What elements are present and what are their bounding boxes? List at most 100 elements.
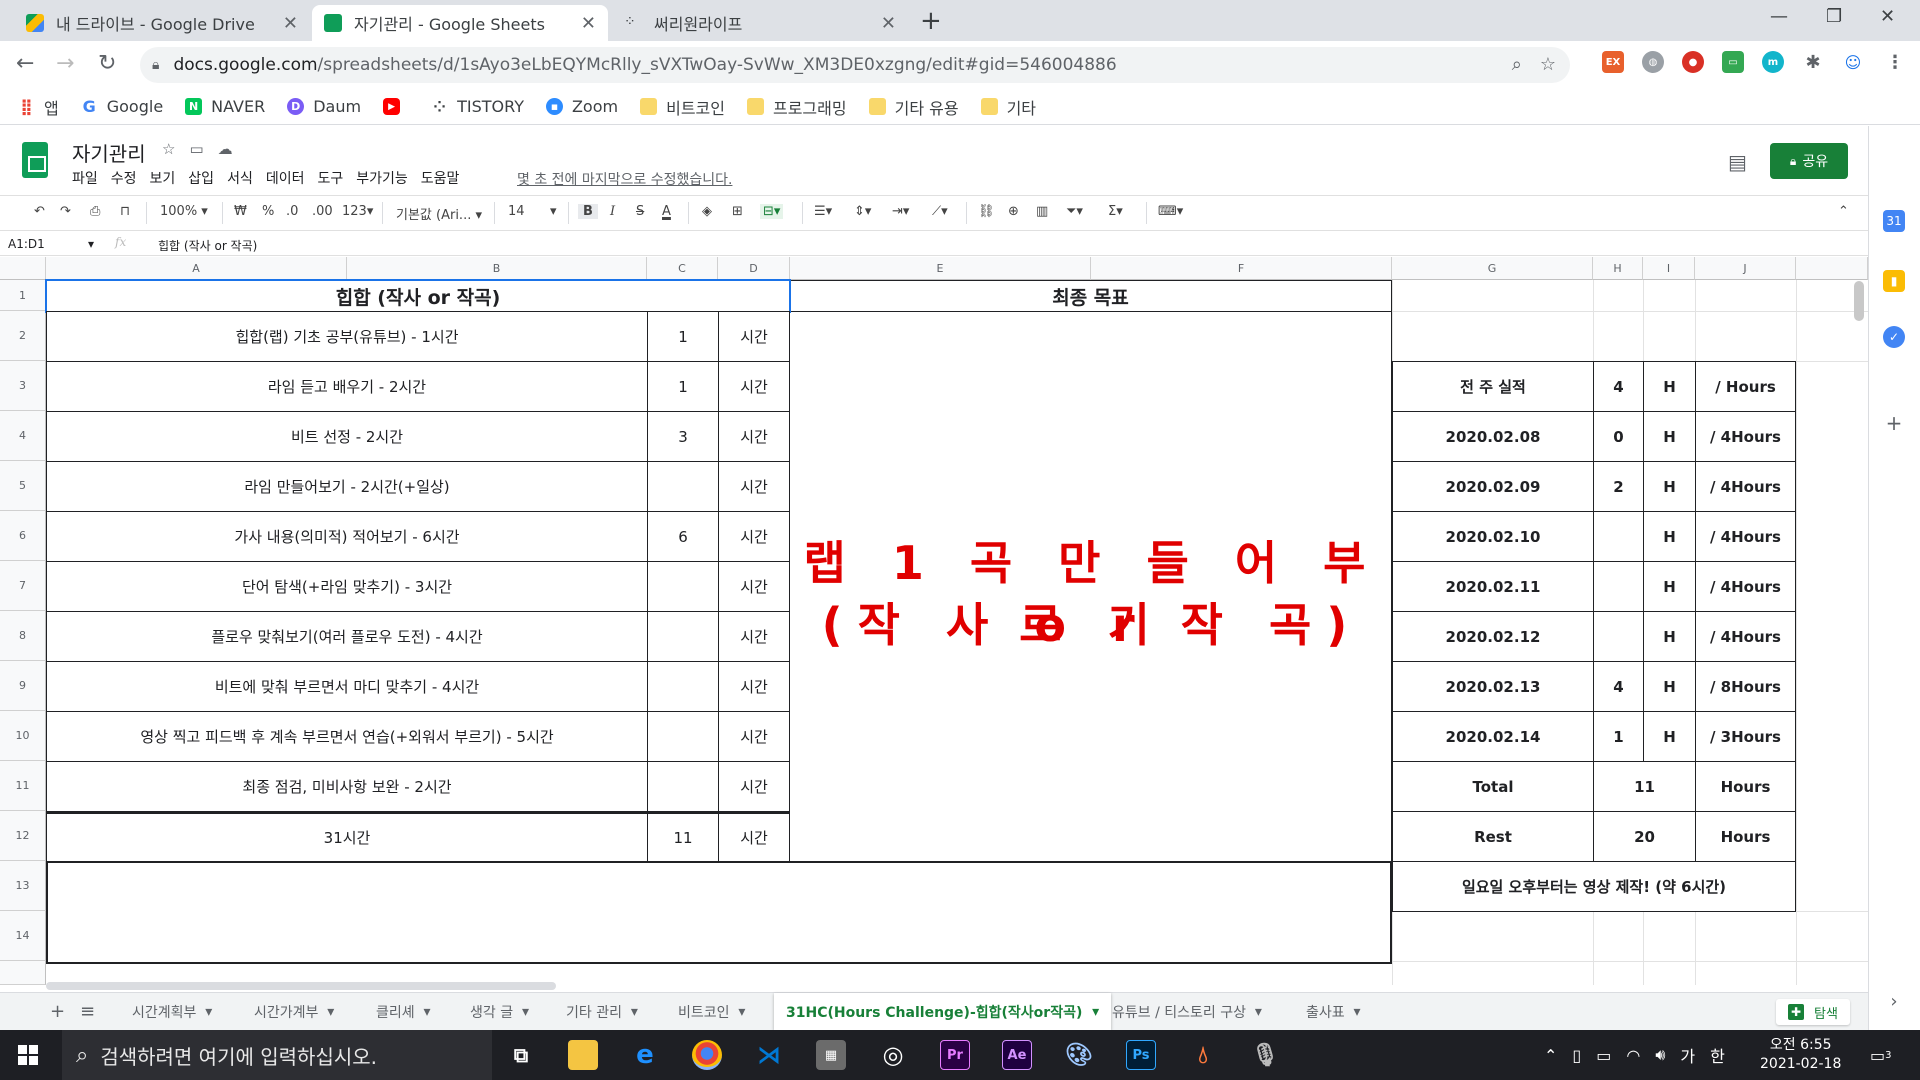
log-label-cell[interactable]: 2020.02.11	[1392, 561, 1594, 612]
log-note-cell[interactable]: 일요일 오후부터는 영상 제작! (약 6시간)	[1392, 861, 1796, 912]
filter-icon[interactable]: ⏷▾	[1066, 204, 1083, 219]
log-target-cell[interactable]: / 4Hours	[1695, 511, 1796, 562]
clock[interactable]: 오전 6:55 2021-02-18	[1760, 1036, 1841, 1074]
star-icon[interactable]: ☆	[162, 140, 175, 158]
log-label-cell[interactable]: 전 주 실적	[1392, 361, 1594, 412]
plan-done-cell[interactable]	[647, 711, 719, 762]
column-header[interactable]: F	[1091, 257, 1392, 280]
log-target-cell[interactable]: / 4Hours	[1695, 611, 1796, 662]
column-header[interactable]: C	[647, 257, 718, 280]
task-view-icon[interactable]: ⧉	[506, 1040, 536, 1070]
log-value-cell[interactable]: 4	[1593, 361, 1644, 412]
extension-green-icon[interactable]: ▭	[1722, 51, 1744, 73]
chrome-menu-icon[interactable]: ⋮	[1884, 51, 1906, 73]
new-tab-button[interactable]: +	[920, 6, 942, 36]
log-unit-cell[interactable]: H	[1643, 711, 1696, 762]
strikethrough-icon[interactable]: S	[636, 204, 644, 219]
plan-task-cell[interactable]: 비트 선정 - 2시간	[46, 411, 648, 462]
plan-total-unit-cell[interactable]: 시간	[718, 811, 790, 862]
goal-header-cell[interactable]: 최종 목표	[789, 280, 1392, 312]
vscode-icon[interactable]: ⋊	[754, 1040, 784, 1070]
plan-unit-cell[interactable]: 시간	[718, 661, 790, 712]
formula-input[interactable]: 힙합 (작사 or 작곡)	[158, 237, 257, 254]
plan-unit-cell[interactable]: 시간	[718, 561, 790, 612]
column-header[interactable]: I	[1643, 257, 1695, 280]
insert-link-icon[interactable]: ⛓	[978, 204, 995, 219]
notifications-icon[interactable]: ▭ 3	[1870, 1030, 1892, 1080]
bookmark-youtube[interactable]: ▶	[383, 98, 409, 115]
reload-button[interactable]: ↻	[98, 51, 116, 76]
keep-icon[interactable]: ▮	[1883, 270, 1905, 292]
input-tools-icon[interactable]: ⌨▾	[1158, 204, 1183, 219]
log-unit-cell[interactable]: H	[1643, 461, 1696, 512]
plan-unit-cell[interactable]: 시간	[718, 711, 790, 762]
sheet-tab-active[interactable]: 31HC(Hours Challenge)-힙합(작사or작곡) ▾	[774, 993, 1112, 1030]
decrease-decimal-button[interactable]: .0	[286, 204, 298, 219]
log-value-cell[interactable]: 4	[1593, 661, 1644, 712]
borders-icon[interactable]: ⊞	[732, 204, 743, 219]
font-select[interactable]: 기본값 (Ari... ▾	[396, 204, 482, 223]
extension-globe-icon[interactable]: ◍	[1642, 51, 1664, 73]
collapse-toolbar-icon[interactable]: ⌃	[1838, 204, 1849, 219]
increase-decimal-button[interactable]: .00	[312, 204, 333, 219]
close-window-button[interactable]: ✕	[1880, 6, 1895, 27]
plan-unit-cell[interactable]: 시간	[718, 611, 790, 662]
log-label-cell[interactable]: 2020.02.13	[1392, 661, 1594, 712]
log-unit-cell[interactable]: H	[1643, 411, 1696, 462]
log-total-value[interactable]: 11	[1593, 761, 1696, 812]
bookmark-zoom[interactable]: ▪ Zoom	[545, 97, 618, 116]
sheet-tab[interactable]: 유튜브 / 티스토리 구상 ▾	[1112, 993, 1262, 1030]
bookmark-tistory[interactable]: ⁘ TISTORY	[431, 97, 524, 116]
bookmark-daum[interactable]: D Daum	[287, 97, 361, 116]
explore-button[interactable]: ✚ 탐색	[1776, 999, 1850, 1025]
windows-start-icon[interactable]	[18, 1045, 38, 1065]
menu-view[interactable]: 보기	[150, 168, 176, 188]
row-header[interactable]: 11	[0, 761, 46, 811]
redo-icon[interactable]: ↷	[60, 204, 71, 219]
sheet-tab[interactable]: 생각 글 ▾	[470, 993, 529, 1030]
percent-format-button[interactable]: %	[262, 204, 274, 219]
functions-icon[interactable]: Σ▾	[1108, 204, 1123, 219]
extension-m-icon[interactable]: m	[1762, 51, 1784, 73]
extension-red-icon[interactable]: ●	[1682, 51, 1704, 73]
log-target-cell[interactable]: / Hours	[1695, 361, 1796, 412]
log-rest-value[interactable]: 20	[1593, 811, 1696, 862]
log-total-unit[interactable]: Hours	[1695, 761, 1796, 812]
plan-task-cell[interactable]: 단어 탐색(+라임 맞추기) - 3시간	[46, 561, 648, 612]
row-header[interactable]: 5	[0, 461, 46, 511]
row-header[interactable]: 6	[0, 511, 46, 561]
ime-mode[interactable]: 가	[1680, 1043, 1695, 1067]
sheet-tab[interactable]: 시간가계부 ▾	[254, 993, 334, 1030]
plan-done-cell[interactable]	[647, 661, 719, 712]
row-header[interactable]: 13	[0, 861, 46, 911]
browser-tab-tistory[interactable]: ⁘ 써리원라이프 ✕	[612, 5, 908, 41]
name-box[interactable]: A1:D1 ▾	[8, 237, 94, 251]
empty-notes-cell[interactable]	[46, 861, 1392, 964]
sheet-tab[interactable]: 시간계획부 ▾	[132, 993, 212, 1030]
share-button[interactable]: 🔒︎ 공유	[1770, 143, 1848, 179]
column-header[interactable]: J	[1695, 257, 1796, 280]
extension-ex-icon[interactable]: EX	[1602, 51, 1624, 73]
row-header[interactable]: 12	[0, 811, 46, 861]
menu-edit[interactable]: 수정	[111, 168, 137, 188]
log-unit-cell[interactable]: H	[1643, 611, 1696, 662]
plan-task-cell[interactable]: 힙합(랩) 기초 공부(유튜브) - 1시간	[46, 311, 648, 362]
log-unit-cell[interactable]: H	[1643, 511, 1696, 562]
file-explorer-icon[interactable]	[568, 1040, 598, 1070]
browser-tab-drive[interactable]: 내 드라이브 - Google Drive ✕	[14, 5, 310, 41]
row-header[interactable]: 4	[0, 411, 46, 461]
log-total-label[interactable]: Total	[1392, 761, 1594, 812]
plan-task-cell[interactable]: 플로우 맞춰보기(여러 플로우 도전) - 4시간	[46, 611, 648, 662]
paint-icon[interactable]: 🎨︎	[1064, 1040, 1094, 1070]
vertical-scrollbar[interactable]	[1854, 281, 1864, 321]
log-target-cell[interactable]: / 4Hours	[1695, 411, 1796, 462]
menu-help[interactable]: 도움말	[421, 168, 460, 188]
close-icon[interactable]: ✕	[881, 13, 896, 34]
row-header[interactable]: 14	[0, 911, 46, 961]
plan-done-cell[interactable]	[647, 561, 719, 612]
plan-done-cell[interactable]: 1	[647, 311, 719, 362]
plan-total-done-cell[interactable]: 11	[647, 811, 719, 862]
chrome-icon[interactable]	[692, 1040, 722, 1070]
log-label-cell[interactable]: 2020.02.09	[1392, 461, 1594, 512]
profile-icon[interactable]: ☺	[1842, 51, 1864, 73]
